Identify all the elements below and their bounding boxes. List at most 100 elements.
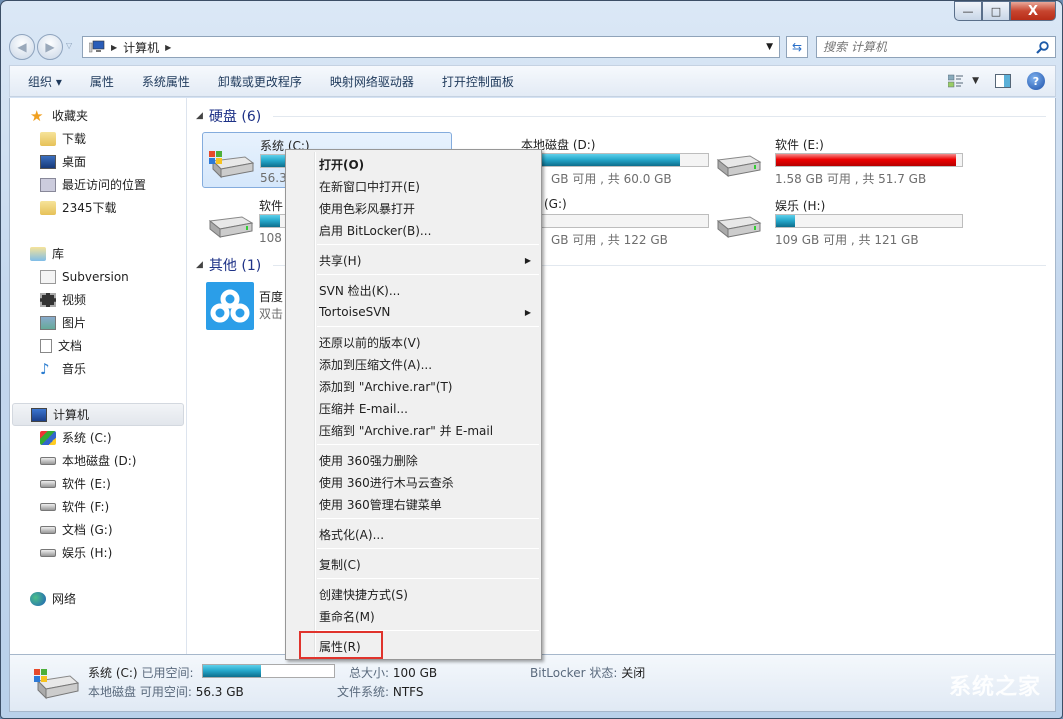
address-dropdown-icon[interactable]: ▼ xyxy=(766,42,773,52)
sidebar-item-recent-places[interactable]: 最近访问的位置 xyxy=(10,173,186,196)
preview-pane-icon[interactable] xyxy=(995,74,1011,88)
drive-tile-h[interactable]: 娱乐 (H:) 109 GB 可用 , 共 121 GB xyxy=(710,193,963,249)
drive-icon xyxy=(716,155,762,178)
organize-menu[interactable]: 组织 ▾ xyxy=(10,66,76,96)
menu-item-open-color-storm[interactable]: 使用色彩风暴打开 xyxy=(288,197,539,219)
breadcrumb-computer[interactable]: 计算机 xyxy=(123,39,159,56)
sidebar-computer[interactable]: 计算机 xyxy=(12,403,184,426)
map-network-drive-button[interactable]: 映射网络驱动器 xyxy=(316,66,428,96)
recent-pages-dropdown[interactable]: ▽ xyxy=(66,41,72,50)
view-icon xyxy=(948,74,964,88)
sidebar-item-2345-downloads[interactable]: 2345下载 xyxy=(10,196,186,219)
drive-name: 软件 (E:) xyxy=(775,138,824,152)
menu-item-compress-to-rar-and-email[interactable]: 压缩到 "Archive.rar" 并 E-mail xyxy=(288,419,539,441)
status-fs-label: 文件系统: xyxy=(337,685,390,699)
menu-item-open-new-window[interactable]: 在新窗口中打开(E) xyxy=(288,175,539,197)
menu-item-copy[interactable]: 复制(C) xyxy=(288,553,539,575)
menu-separator xyxy=(317,274,539,275)
menu-item-share[interactable]: 共享(H) ▶ xyxy=(288,249,539,271)
sidebar-network[interactable]: 网络 xyxy=(10,587,186,610)
system-drive-icon xyxy=(209,151,255,179)
context-menu: 打开(O) 在新窗口中打开(E) 使用色彩风暴打开 启用 BitLocker(B)..… xyxy=(285,149,542,660)
menu-item-rename[interactable]: 重命名(M) xyxy=(288,605,539,627)
refresh-button[interactable]: ⇆ xyxy=(786,36,808,58)
menu-item-open[interactable]: 打开(O) xyxy=(288,153,539,175)
highlight-box xyxy=(299,631,383,659)
maximize-button[interactable]: □ xyxy=(982,1,1010,21)
sidebar-libraries[interactable]: 库 xyxy=(10,242,186,265)
search-box[interactable] xyxy=(816,36,1056,58)
refresh-icon: ⇆ xyxy=(791,40,803,54)
sidebar-item-documents[interactable]: 文档 xyxy=(10,334,186,357)
menu-item-svn-checkout[interactable]: SVN 检出(K)... xyxy=(288,279,539,301)
status-drive-type: 本地磁盘 xyxy=(88,685,137,699)
status-free-label: 可用空间: xyxy=(139,685,192,699)
sidebar-favorites[interactable]: ★ 收藏夹 xyxy=(10,104,186,127)
menu-item-label: 重命名(M) xyxy=(319,609,375,624)
menu-item-tortoisesvn[interactable]: TortoiseSVN ▶ xyxy=(288,301,539,323)
star-icon: ★ xyxy=(30,106,44,125)
menu-item-360-force-delete[interactable]: 使用 360强力删除 xyxy=(288,449,539,471)
menu-separator xyxy=(317,578,539,579)
item-name: 百度 xyxy=(259,290,284,304)
sidebar-item-music[interactable]: ♪ 音乐 xyxy=(10,357,186,380)
sidebar-item-videos[interactable]: 视频 xyxy=(10,288,186,311)
sidebar-item-drive-g[interactable]: 文档 (G:) xyxy=(10,518,186,541)
drive-tile-e[interactable]: 软件 (E:) 1.58 GB 可用 , 共 51.7 GB xyxy=(710,132,963,188)
sidebar-item-drive-f[interactable]: 软件 (F:) xyxy=(10,495,186,518)
minimize-button[interactable]: — xyxy=(954,1,982,21)
menu-item-enable-bitlocker[interactable]: 启用 BitLocker(B)... xyxy=(288,219,539,241)
menu-item-label: 压缩到 "Archive.rar" 并 E-mail xyxy=(319,423,494,438)
back-button[interactable]: ◀ xyxy=(9,34,35,60)
menu-item-label: 使用 360强力删除 xyxy=(319,453,418,468)
change-view-button[interactable]: ▼ xyxy=(948,74,979,88)
menu-item-add-to-archive[interactable]: 添加到压缩文件(A)... xyxy=(288,353,539,375)
library-icon xyxy=(30,246,46,261)
open-control-panel-button[interactable]: 打开控制面板 xyxy=(428,66,528,96)
menu-item-360-manage-context-menu[interactable]: 使用 360管理右键菜单 xyxy=(288,493,539,515)
help-icon[interactable]: ? xyxy=(1027,72,1045,90)
drive-icon xyxy=(40,456,56,465)
sidebar-item-subversion[interactable]: Subversion xyxy=(10,265,186,288)
sidebar-item-desktop[interactable]: 桌面 xyxy=(10,150,186,173)
menu-item-restore-previous-versions[interactable]: 还原以前的版本(V) xyxy=(288,331,539,353)
menu-item-label: SVN 检出(K)... xyxy=(319,283,401,298)
close-button[interactable]: X xyxy=(1010,1,1056,21)
document-library-icon xyxy=(40,269,56,284)
sidebar-item-drive-d[interactable]: 本地磁盘 (D:) xyxy=(10,449,186,472)
collapse-icon: ◢ xyxy=(196,111,203,121)
menu-item-360-trojan-scan[interactable]: 使用 360进行木马云查杀 xyxy=(288,471,539,493)
system-properties-button[interactable]: 系统属性 xyxy=(128,66,204,96)
baidu-cloud-icon xyxy=(206,282,254,330)
command-bar: 组织 ▾ 属性 系统属性 卸载或更改程序 映射网络驱动器 打开控制面板 ▼ ? xyxy=(9,65,1056,97)
drive-icon xyxy=(208,216,254,239)
menu-item-label: 使用 360管理右键菜单 xyxy=(319,497,442,512)
status-fs-value: NTFS xyxy=(392,685,424,699)
menu-item-label: 共享(H) xyxy=(319,253,362,268)
computer-icon xyxy=(89,40,105,53)
drive-usage-bar xyxy=(775,214,963,228)
search-input[interactable] xyxy=(823,40,1036,54)
breadcrumb-separator-icon[interactable]: ▶ xyxy=(165,43,171,52)
menu-item-create-shortcut[interactable]: 创建快捷方式(S) xyxy=(288,583,539,605)
sidebar-item-drive-h[interactable]: 娱乐 (H:) xyxy=(10,541,186,564)
uninstall-program-button[interactable]: 卸载或更改程序 xyxy=(204,66,316,96)
menu-item-add-to-archive-rar[interactable]: 添加到 "Archive.rar"(T) xyxy=(288,375,539,397)
search-icon[interactable] xyxy=(1036,40,1049,54)
forward-button[interactable]: ▶ xyxy=(37,34,63,60)
sidebar-item-pictures[interactable]: 图片 xyxy=(10,311,186,334)
properties-button[interactable]: 属性 xyxy=(76,66,128,96)
sidebar-item-downloads[interactable]: 下载 xyxy=(10,127,186,150)
breadcrumb-separator-icon: ▶ xyxy=(111,42,118,52)
sidebar-item-drive-c[interactable]: 系统 (C:) xyxy=(10,426,186,449)
submenu-arrow-icon: ▶ xyxy=(524,307,531,317)
address-bar[interactable]: ▶ 计算机 ▶ ▼ xyxy=(82,36,780,58)
menu-item-format[interactable]: 格式化(A)... xyxy=(288,523,539,545)
folder-icon xyxy=(40,200,56,215)
sidebar-item-drive-e[interactable]: 软件 (E:) xyxy=(10,472,186,495)
forward-arrow-icon: ▶ xyxy=(45,40,55,54)
menu-separator xyxy=(317,518,539,519)
menu-item-compress-and-email[interactable]: 压缩并 E-mail... xyxy=(288,397,539,419)
menu-item-label: 创建快捷方式(S) xyxy=(319,587,408,602)
group-header-hard-disks[interactable]: ◢ 硬盘 (6) xyxy=(196,106,1046,126)
